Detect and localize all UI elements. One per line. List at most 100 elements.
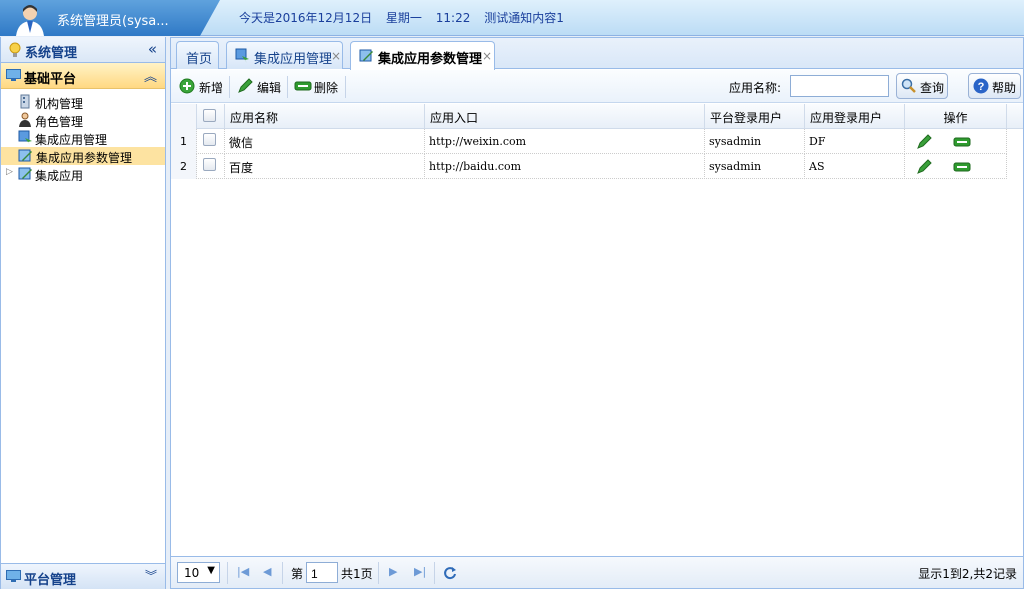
- delete-button[interactable]: 删除: [294, 77, 342, 97]
- page-prefix: 第: [291, 567, 304, 581]
- app-manage-icon: [18, 130, 32, 145]
- tree-item-label: 角色管理: [35, 115, 84, 129]
- edit-row-icon[interactable]: [916, 159, 932, 175]
- grid-header: 应用名称 应用入口 平台登录用户 应用登录用户 操作: [171, 104, 1023, 129]
- close-tab-icon[interactable]: ×: [331, 49, 341, 63]
- last-page-icon[interactable]: ▶|: [414, 565, 426, 578]
- first-page-icon[interactable]: |◀: [237, 565, 249, 578]
- row-checkbox[interactable]: [203, 133, 216, 146]
- select-all-checkbox[interactable]: [203, 109, 216, 122]
- tree-item-org[interactable]: 机构管理: [1, 93, 165, 111]
- tree-item-role[interactable]: 角色管理: [1, 111, 165, 129]
- header-date: 今天是2016年12月12日: [239, 11, 373, 25]
- toolbar: 新增 编辑 删除 应用名称: 查询 ? 帮助: [171, 70, 1023, 103]
- pager-divider: [434, 562, 435, 584]
- accordion-basic-platform[interactable]: 基础平台 ︽: [1, 63, 165, 89]
- query-button[interactable]: 查询: [896, 73, 948, 99]
- accordion-platform-manage[interactable]: 平台管理 ︾: [1, 563, 165, 589]
- monitor-icon: [6, 69, 21, 81]
- tab-bar: 首页 集成应用管理 × 集成应用参数管理 ×: [171, 38, 1023, 70]
- collapse-up-icon[interactable]: ︽: [144, 66, 157, 85]
- tab-label: 集成应用管理: [254, 52, 333, 67]
- cell-app-user: DF: [805, 129, 905, 154]
- tree-item-app-param[interactable]: 集成应用参数管理: [1, 147, 165, 165]
- page-size-value: 10: [184, 566, 200, 580]
- grid-header-check: [197, 104, 225, 129]
- tree-item-label: 集成应用管理: [35, 133, 108, 147]
- help-button[interactable]: ? 帮助: [968, 73, 1021, 99]
- help-button-label: 帮助: [992, 81, 1017, 95]
- monitor-icon: [6, 570, 21, 582]
- prev-page-icon[interactable]: ◀: [263, 565, 271, 578]
- pager-divider: [378, 562, 379, 584]
- toolbar-divider: [229, 76, 230, 98]
- app-icon: [18, 167, 32, 180]
- tab-app-param[interactable]: 集成应用参数管理 ×: [350, 41, 495, 70]
- edit-button[interactable]: 编辑: [237, 77, 283, 97]
- grid-header-platform-user[interactable]: 平台登录用户: [705, 104, 805, 129]
- user-role-icon: [19, 112, 31, 127]
- cell-app-name: 微信: [225, 129, 425, 154]
- cell-app-entry: http://weixin.com: [425, 129, 705, 154]
- add-button[interactable]: 新增: [179, 77, 225, 97]
- delete-row-icon[interactable]: [953, 134, 971, 150]
- building-icon: [20, 94, 30, 109]
- collapse-sidebar-icon[interactable]: «: [148, 40, 157, 58]
- app-param-icon: [359, 49, 373, 62]
- header-notice[interactable]: 测试通知内容1: [484, 11, 564, 25]
- svg-text:?: ?: [978, 81, 985, 93]
- dropdown-arrow-icon: ▼: [207, 565, 215, 576]
- tree-item-app[interactable]: ▷ 集成应用: [1, 165, 165, 183]
- nav-tree: 机构管理 角色管理 集成应用管理 集成应用参数管理 ▷ 集成应用: [1, 89, 165, 183]
- page-number-input[interactable]: [306, 562, 338, 583]
- delete-row-icon[interactable]: [953, 159, 971, 175]
- toolbar-divider: [287, 76, 288, 98]
- tab-app-manage[interactable]: 集成应用管理 ×: [226, 41, 343, 69]
- lightbulb-icon: [9, 42, 21, 57]
- row-checkbox[interactable]: [203, 158, 216, 171]
- tree-item-app-manage[interactable]: 集成应用管理: [1, 129, 165, 147]
- expand-down-icon[interactable]: ︾: [145, 567, 157, 584]
- sidebar: 系统管理 « 基础平台 ︽ 机构管理 角色管理 集成应用管理 集成应用参数管理 …: [0, 37, 166, 589]
- admin-name[interactable]: 系统管理员(sysa...: [57, 10, 169, 29]
- delete-button-label: 删除: [314, 81, 339, 95]
- close-tab-icon[interactable]: ×: [482, 49, 492, 63]
- pagination-bar: 10 ▼ |◀ ◀ 第 共1页 ▶ ▶| 显示1到2,共2记录: [171, 556, 1023, 588]
- add-icon: [179, 78, 195, 94]
- header-weekday: 星期一: [385, 11, 422, 25]
- sidebar-title: 系统管理: [25, 46, 78, 61]
- app-name-search-input[interactable]: [790, 75, 889, 97]
- grid-header-app-name[interactable]: 应用名称: [225, 104, 425, 129]
- table-row[interactable]: 1 微信 http://weixin.com sysadmin DF: [171, 129, 1007, 154]
- expand-arrow-icon[interactable]: ▷: [6, 167, 13, 177]
- cell-app-entry: http://baidu.com: [425, 154, 705, 179]
- remove-icon: [294, 81, 312, 91]
- row-number: 1: [171, 129, 197, 154]
- pencil-icon: [238, 78, 253, 93]
- toolbar-divider: [345, 76, 346, 98]
- cell-app-name: 百度: [225, 154, 425, 179]
- grid-header-app-entry[interactable]: 应用入口: [425, 104, 705, 129]
- accordion-platform-manage-label: 平台管理: [24, 573, 77, 588]
- tab-label: 首页: [186, 52, 213, 67]
- cell-platform-user: sysadmin: [705, 129, 805, 154]
- cell-platform-user: sysadmin: [705, 154, 805, 179]
- query-button-label: 查询: [920, 81, 945, 95]
- tab-home[interactable]: 首页: [176, 41, 219, 69]
- row-checkbox-cell: [197, 129, 225, 154]
- grid-header-app-user[interactable]: 应用登录用户: [805, 104, 905, 129]
- tree-item-label: 机构管理: [35, 97, 84, 111]
- add-button-label: 新增: [199, 81, 224, 95]
- cell-app-user: AS: [805, 154, 905, 179]
- next-page-icon[interactable]: ▶: [389, 565, 397, 578]
- table-row[interactable]: 2 百度 http://baidu.com sysadmin AS: [171, 154, 1007, 179]
- edit-row-icon[interactable]: [916, 134, 932, 150]
- accordion-basic-platform-label: 基础平台: [24, 72, 77, 87]
- pagination-info: 显示1到2,共2记录: [918, 567, 1017, 581]
- page-size-select[interactable]: 10 ▼: [177, 562, 220, 583]
- help-icon: ?: [973, 78, 989, 94]
- app-manage-icon: [235, 48, 249, 63]
- cell-actions: [905, 154, 1007, 179]
- tab-label: 集成应用参数管理: [378, 52, 483, 67]
- refresh-icon[interactable]: [443, 566, 457, 580]
